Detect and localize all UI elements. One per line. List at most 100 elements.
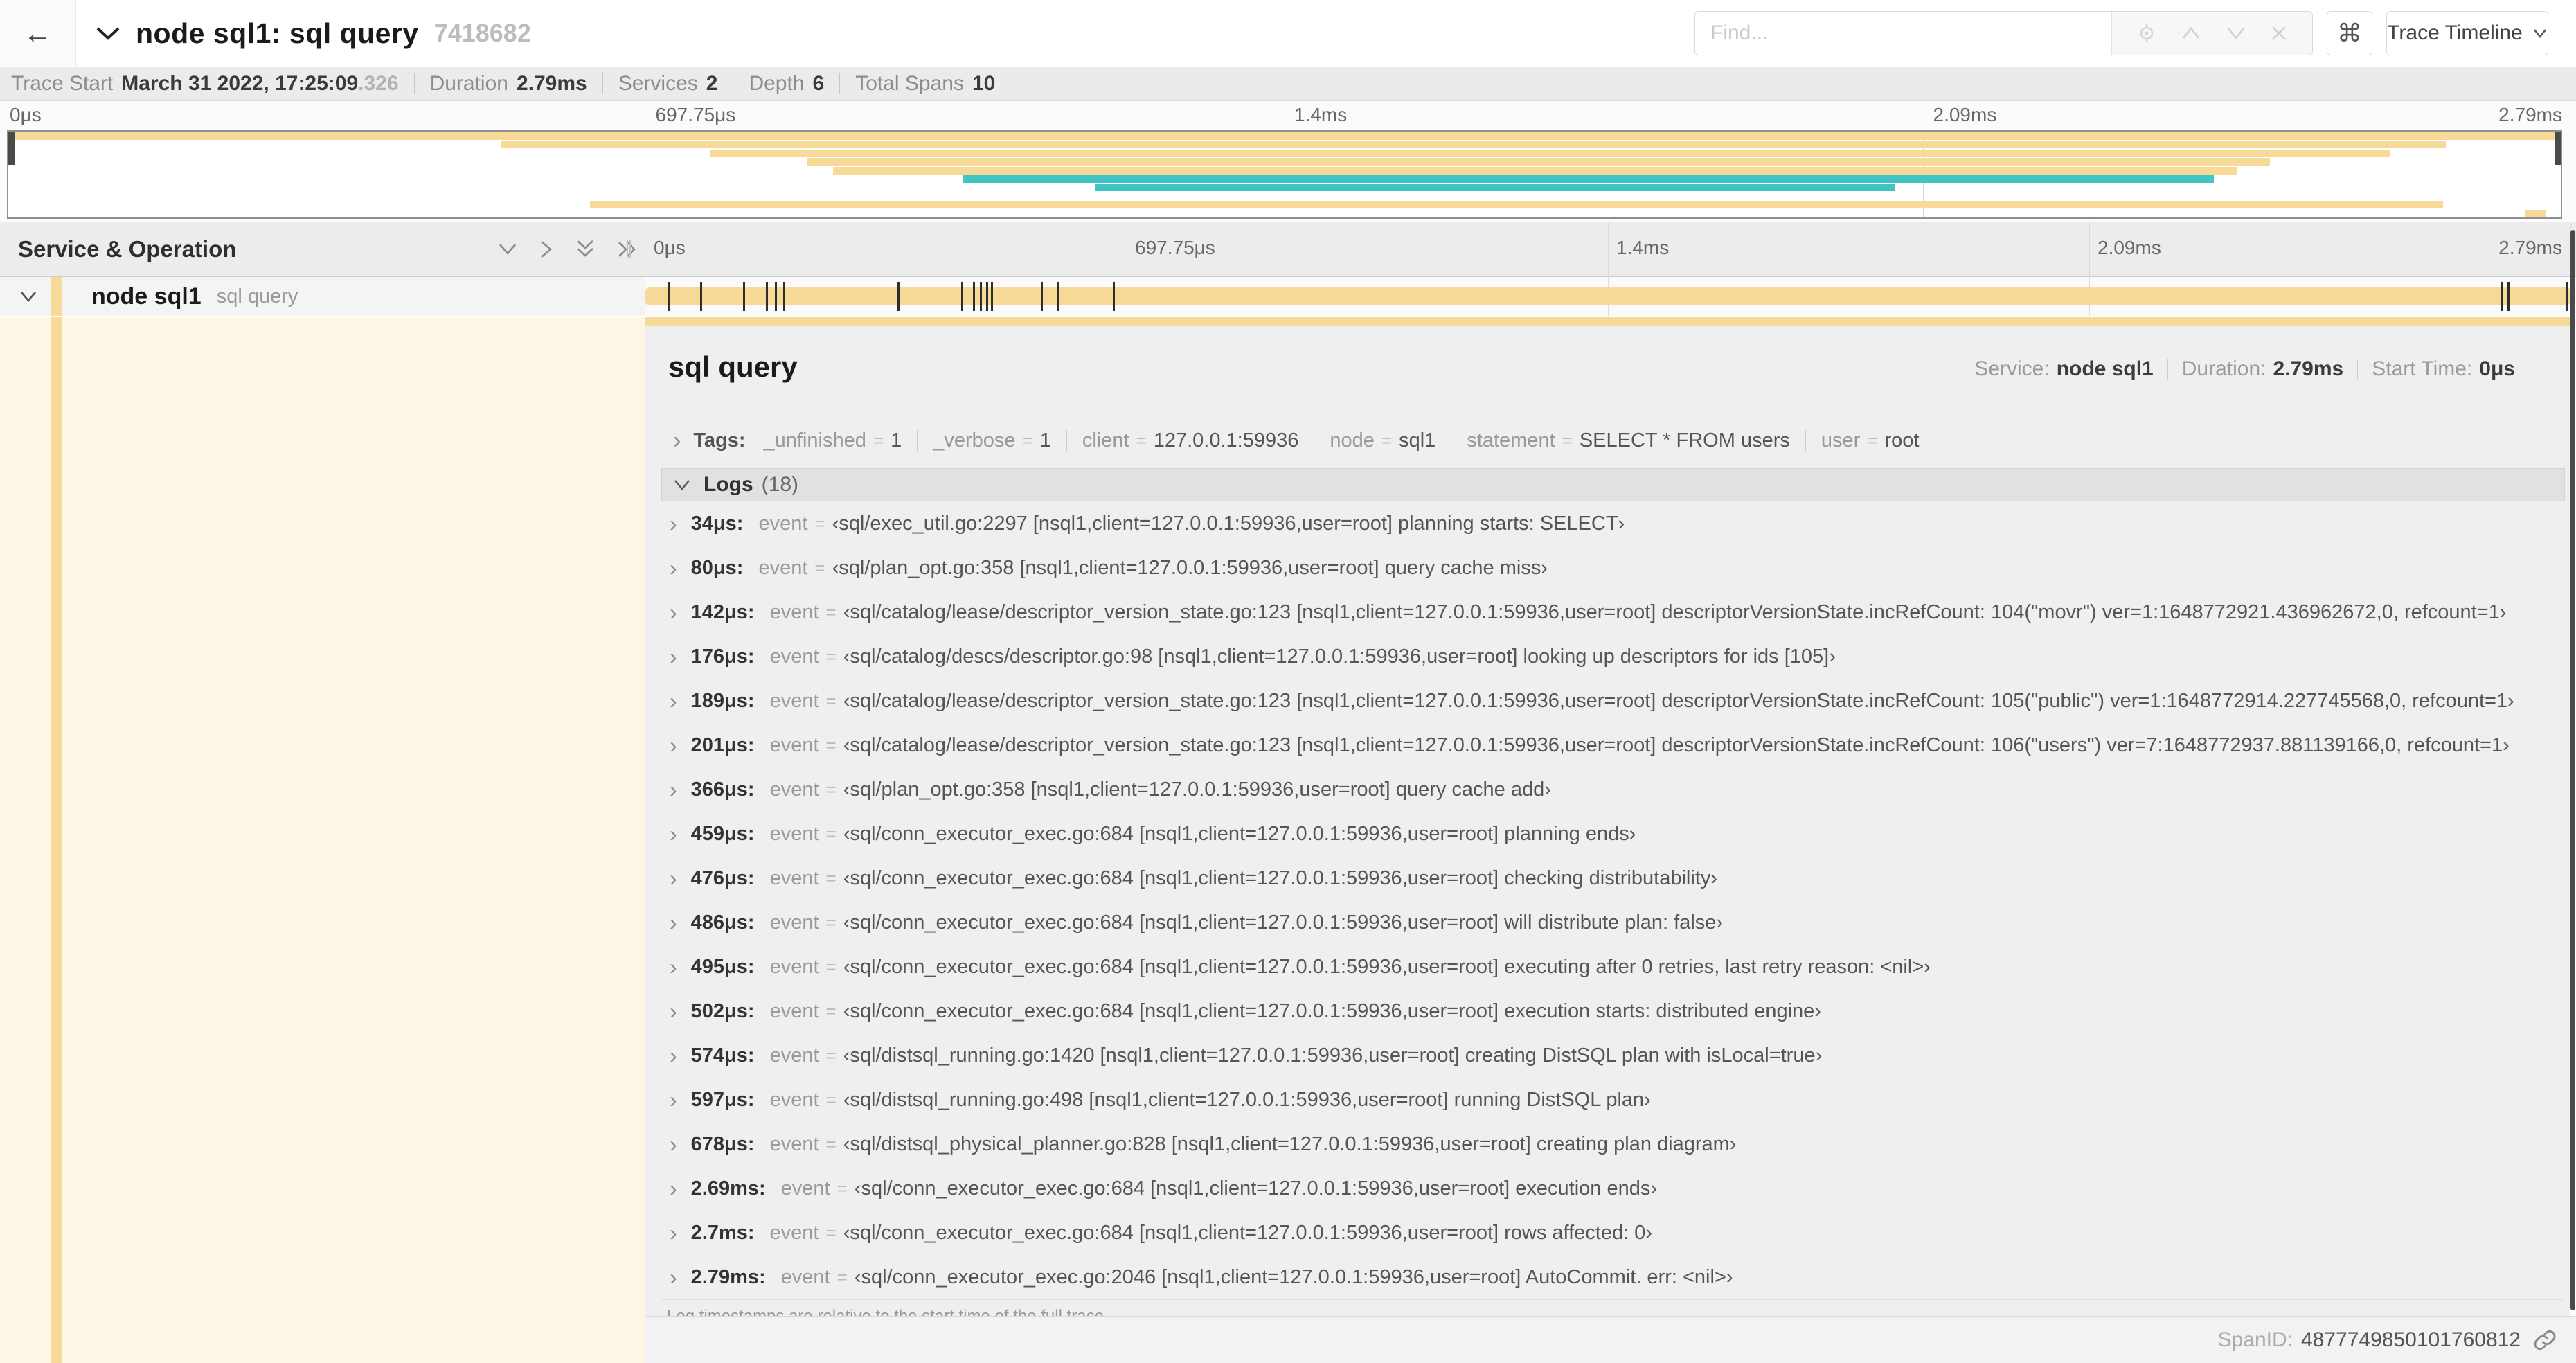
minimap-span-bar — [1095, 184, 1895, 192]
back-button[interactable]: ← — [0, 0, 76, 66]
minimap-span-bar — [710, 149, 2390, 157]
trace-title: node sql1: sql query — [136, 17, 419, 49]
clear-search-icon[interactable] — [2270, 24, 2288, 42]
tags-row[interactable]: › Tags: _unfinished = 1 _verbose = 1 client = 12… — [673, 421, 2515, 460]
span-color-strip — [51, 317, 62, 1363]
log-row[interactable]: › 189μs: event = ‹sql/catalog/lease/descript… — [661, 679, 2565, 723]
log-field-value: ‹sql/catalog/descs/descriptor.go:98 [nsq… — [843, 645, 1836, 668]
trace-stats-bar: Trace Start March 31 2022, 17:25:09.326 Du… — [0, 67, 2576, 101]
chevron-right-icon: › — [670, 1131, 677, 1157]
viewport-drag-handle-right[interactable] — [2555, 132, 2561, 165]
log-row[interactable]: › 2.7ms: event = ‹sql/conn_executor_exec.go:… — [661, 1211, 2565, 1255]
log-row[interactable]: › 495μs: event = ‹sql/conn_executor_exec.go:… — [661, 945, 2565, 989]
log-field-equals: = — [825, 1133, 837, 1155]
logs-section-header[interactable]: Logs (18) — [661, 468, 2565, 501]
meta-value: 0μs — [2479, 357, 2515, 380]
next-match-icon[interactable] — [2226, 26, 2246, 41]
minimap-canvas[interactable] — [7, 130, 2562, 219]
stat-value: 10 — [972, 72, 996, 95]
span-meta-item: Service: node sql1 — [1974, 357, 2153, 381]
view-selector-button[interactable]: Trace Timeline — [2386, 11, 2548, 55]
log-row[interactable]: › 142μs: event = ‹sql/catalog/lease/descript… — [661, 590, 2565, 634]
stat-label: Duration — [429, 72, 508, 95]
viewport-drag-handle-left[interactable] — [8, 132, 15, 165]
log-timestamp: 476μs: — [690, 866, 755, 889]
log-row[interactable]: › 574μs: event = ‹sql/distsql_running.go:142… — [661, 1033, 2565, 1078]
log-row[interactable]: › 2.79ms: event = ‹sql/conn_executor_exec.go… — [661, 1255, 2565, 1299]
log-field-value: ‹sql/distsql_running.go:1420 [nsql1,clie… — [843, 1044, 1823, 1067]
tag-equals: = — [1381, 429, 1393, 451]
link-icon[interactable] — [2533, 1328, 2557, 1352]
collapse-one-icon[interactable] — [497, 242, 518, 257]
log-field-equals: = — [825, 911, 837, 933]
log-marker-tick — [668, 282, 670, 311]
tag-item[interactable]: statement = SELECT * FROM users — [1435, 429, 1790, 452]
tag-value: 1 — [1039, 429, 1051, 452]
column-resizer-handle[interactable] — [627, 240, 631, 258]
log-field-equals: = — [825, 1044, 837, 1066]
log-field-key: event — [769, 600, 819, 623]
log-marker-tick — [699, 282, 702, 311]
log-row[interactable]: › 2.69ms: event = ‹sql/conn_executor_exec.go… — [661, 1166, 2565, 1211]
chevron-right-icon: › — [670, 555, 677, 580]
minimap-span-bar — [590, 201, 2444, 209]
find-input[interactable] — [1695, 12, 2111, 55]
view-selector-label: Trace Timeline — [2387, 21, 2523, 44]
span-meta-item: Duration: 2.79ms — [2154, 357, 2343, 381]
tag-item[interactable]: user = root — [1790, 429, 1920, 452]
log-field-equals: = — [825, 956, 837, 977]
log-row[interactable]: › 366μs: event = ‹sql/plan_opt.go:358 [nsql1… — [661, 767, 2565, 812]
log-field-key: event — [758, 556, 808, 579]
ruler-tick-label: 697.75μs — [1135, 237, 1215, 258]
log-timestamp: 142μs: — [690, 600, 755, 623]
locate-icon[interactable] — [2136, 23, 2157, 44]
minimap-span-bar — [501, 141, 2447, 149]
log-marker-tick — [1056, 282, 1059, 311]
log-marker-tick — [783, 282, 786, 311]
keyboard-shortcuts-button[interactable]: ⌘ — [2327, 11, 2372, 55]
caret-down-icon — [2533, 29, 2546, 39]
command-icon: ⌘ — [2337, 19, 2362, 47]
trace-title-wrap[interactable]: node sql1: sql query 7418682 — [96, 0, 531, 66]
span-row-name-column[interactable]: node sql1 sql query — [0, 277, 645, 316]
span-duration-bar[interactable] — [645, 287, 2570, 305]
log-row[interactable]: › 80μs: event = ‹sql/plan_opt.go:358 [nsql1,… — [661, 546, 2565, 590]
tag-equals: = — [873, 429, 884, 451]
log-field-value: ‹sql/conn_executor_exec.go:684 [nsql1,cl… — [843, 822, 1636, 845]
ruler-tick-label: 0μs — [654, 237, 686, 258]
chevron-right-icon: › — [670, 510, 677, 536]
tag-key: client — [1082, 429, 1129, 452]
minimap-tick-label: 2.09ms — [1933, 104, 1997, 125]
tag-item[interactable]: _verbose = 1 — [902, 429, 1051, 452]
vertical-scrollbar-thumb[interactable] — [2570, 230, 2575, 1310]
collapse-all-icon[interactable] — [575, 239, 596, 260]
tag-item[interactable]: client = 127.0.0.1:59936 — [1051, 429, 1299, 452]
meta-label: Duration: — [2181, 357, 2266, 380]
tag-key: _verbose — [933, 429, 1016, 452]
log-marker-tick — [980, 282, 983, 311]
span-collapse-icon[interactable] — [19, 290, 37, 303]
chevron-right-icon: › — [670, 865, 677, 891]
expand-one-icon[interactable] — [539, 239, 554, 260]
log-row[interactable]: › 459μs: event = ‹sql/conn_executor_exec.go:… — [661, 812, 2565, 856]
log-row[interactable]: › 486μs: event = ‹sql/conn_executor_exec.go:… — [661, 900, 2565, 945]
log-field-key: event — [769, 955, 819, 978]
tag-item[interactable]: _unfinished = 1 — [764, 429, 902, 452]
prev-match-icon[interactable] — [2181, 26, 2201, 41]
log-field-key: event — [769, 822, 819, 845]
log-marker-tick — [961, 282, 964, 311]
log-row[interactable]: › 678μs: event = ‹sql/distsql_physical_plann… — [661, 1122, 2565, 1166]
tag-item[interactable]: node = sql1 — [1298, 429, 1435, 452]
log-row[interactable]: › 34μs: event = ‹sql/exec_util.go:2297 [nsql… — [661, 501, 2565, 546]
log-field-equals: = — [837, 1266, 848, 1288]
log-row[interactable]: › 502μs: event = ‹sql/conn_executor_exec.go:… — [661, 989, 2565, 1033]
log-row[interactable]: › 201μs: event = ‹sql/catalog/lease/descript… — [661, 723, 2565, 767]
log-timestamp: 366μs: — [690, 778, 755, 801]
log-row[interactable]: › 476μs: event = ‹sql/conn_executor_exec.go:… — [661, 856, 2565, 900]
service-operation-title: Service & Operation — [18, 236, 237, 262]
minimap-span-bar — [832, 166, 2237, 175]
logs-list: › 34μs: event = ‹sql/exec_util.go:2297 [nsql… — [661, 501, 2565, 1299]
log-row[interactable]: › 597μs: event = ‹sql/distsql_running.go:498… — [661, 1078, 2565, 1122]
log-row[interactable]: › 176μs: event = ‹sql/catalog/descs/descript… — [661, 634, 2565, 679]
trace-stat: Services 2 — [587, 72, 718, 96]
